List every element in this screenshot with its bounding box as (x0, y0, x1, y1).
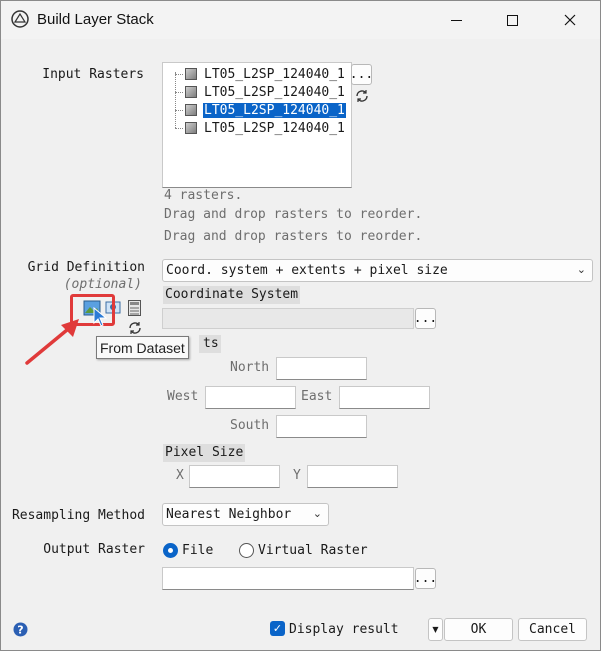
reset-grid-icon[interactable] (128, 321, 142, 335)
chevron-down-icon: ⌄ (312, 507, 322, 520)
raster-item[interactable]: LT05_L2SP_124040_1 (175, 83, 346, 101)
output-path-input[interactable] (162, 567, 414, 590)
ok-button[interactable]: OK (444, 618, 513, 641)
north-label: North (230, 360, 270, 375)
svg-text:?: ? (17, 624, 23, 637)
close-icon (564, 14, 576, 26)
optional-label: (optional) (63, 277, 142, 292)
annotation-arrow-icon (25, 319, 79, 365)
raster-icon (185, 104, 197, 116)
title-bar: Build Layer Stack (1, 1, 600, 39)
west-label: West (167, 389, 199, 404)
y-label: Y (293, 468, 301, 483)
east-label: East (301, 389, 333, 404)
window-title: Build Layer Stack (37, 11, 154, 28)
input-rasters-label: Input Rasters (42, 67, 144, 82)
raster-item[interactable]: LT05_L2SP_124040_1 (175, 119, 346, 137)
file-radio-label[interactable]: File (182, 543, 213, 558)
raster-icon (185, 68, 197, 80)
raster-item[interactable]: LT05_L2SP_124040_1 (175, 65, 346, 83)
raster-item-selected[interactable]: LT05_L2SP_124040_1 (175, 101, 346, 119)
calculator-icon[interactable] (128, 300, 141, 316)
maximize-icon (506, 14, 518, 26)
resampling-method-label: Resampling Method (11, 508, 145, 523)
grid-definition-label: Grid Definition (27, 260, 145, 275)
east-input[interactable] (339, 386, 430, 409)
cancel-button[interactable]: Cancel (518, 618, 587, 641)
build-layer-stack-dialog: Build Layer Stack Input Rasters LT05_L2S… (0, 0, 601, 651)
output-browse-button[interactable]: ... (414, 568, 437, 589)
west-input[interactable] (205, 386, 296, 409)
x-label: X (176, 468, 184, 483)
coordinate-system-field (162, 308, 414, 329)
virtual-raster-radio-label[interactable]: Virtual Raster (258, 543, 368, 558)
display-result-label[interactable]: Display result (289, 622, 399, 637)
help-icon[interactable]: ? (13, 622, 28, 637)
north-input[interactable] (276, 357, 367, 380)
close-button[interactable] (547, 1, 593, 39)
extents-heading: ts (199, 335, 221, 353)
raster-icon (185, 86, 197, 98)
coordinate-system-browse-button[interactable]: ... (414, 308, 437, 329)
app-icon (11, 10, 29, 28)
ok-options-dropdown[interactable]: ▼ (428, 618, 443, 641)
refresh-icon[interactable] (355, 89, 369, 103)
grid-mode-select[interactable]: Coord. system + extents + pixel size ⌄ (162, 259, 593, 282)
resampling-method-select[interactable]: Nearest Neighbor ⌄ (162, 503, 329, 526)
south-label: South (230, 418, 270, 433)
file-radio[interactable] (163, 543, 178, 558)
browse-rasters-button[interactable]: ... (350, 64, 373, 85)
pixel-size-heading: Pixel Size (163, 444, 246, 462)
raster-icon (185, 122, 197, 134)
raster-count: 4 rasters. (164, 188, 243, 203)
output-raster-label: Output Raster (43, 542, 145, 557)
minimize-icon (450, 19, 462, 21)
reorder-hint: Drag and drop rasters to reorder. (164, 207, 423, 222)
display-result-checkbox[interactable]: ✓ (270, 621, 285, 636)
coordinate-system-heading: Coordinate System (163, 286, 301, 304)
from-dataset-tooltip: From Dataset (96, 336, 189, 359)
maximize-button[interactable] (489, 1, 535, 39)
south-input[interactable] (276, 415, 367, 438)
reorder-hint: Drag and drop rasters to reorder. (164, 229, 423, 244)
virtual-raster-radio[interactable] (239, 543, 254, 558)
minimize-button[interactable] (433, 1, 479, 39)
pixel-x-input[interactable] (189, 465, 280, 488)
caret-down-icon: ▼ (432, 625, 439, 634)
chevron-down-icon: ⌄ (576, 263, 586, 276)
pixel-y-input[interactable] (307, 465, 398, 488)
raster-list[interactable]: LT05_L2SP_124040_1 LT05_L2SP_124040_1 LT… (162, 62, 352, 188)
cursor-icon (93, 306, 108, 327)
